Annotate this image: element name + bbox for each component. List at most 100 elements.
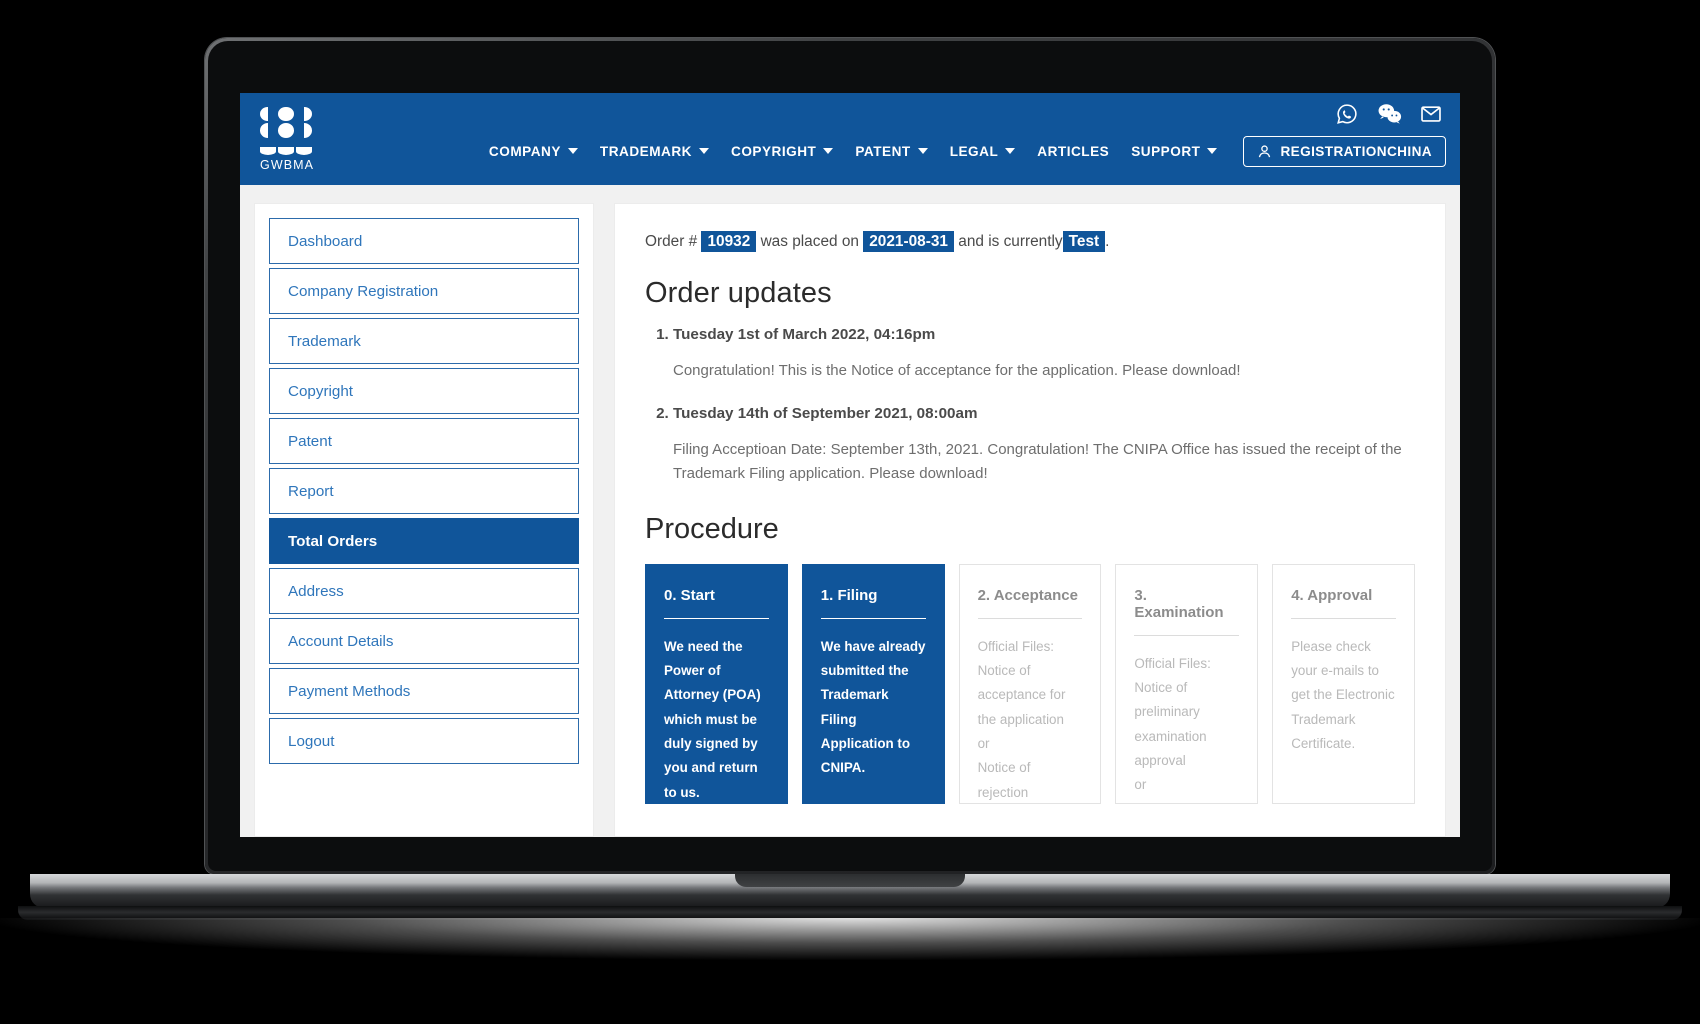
sidebar-item-label: Patent xyxy=(288,432,332,450)
sidebar-item-label: Trademark xyxy=(288,332,361,350)
sidebar-item-label: Logout xyxy=(288,732,335,750)
email-icon[interactable] xyxy=(1420,103,1442,125)
divider xyxy=(977,617,1083,619)
sidebar-item-report[interactable]: Report xyxy=(269,468,579,514)
procedure-title: Procedure xyxy=(645,512,779,545)
sidebar-item-label: Dashboard xyxy=(288,232,363,250)
order-updates-title: Order updates xyxy=(645,276,832,309)
order-update-date: Tuesday 1st of March 2022, 04:16pm xyxy=(673,325,936,343)
procedure-card-start: 0. Start We need the Power of Attorney (… xyxy=(645,563,788,804)
procedure-step-text: We need the Power of Attorney (POA) whic… xyxy=(664,638,761,800)
nav-item-articles[interactable]: ARTICLES xyxy=(1037,144,1109,159)
procedure-step-label: 1. Filing xyxy=(820,586,878,604)
nav-label: ARTICLES xyxy=(1037,143,1110,159)
divider xyxy=(1134,634,1240,636)
sidebar-item-patent[interactable]: Patent xyxy=(269,418,579,464)
order-line-middle: was placed on xyxy=(760,233,859,250)
sidebar-item-trademark[interactable]: Trademark xyxy=(269,318,579,364)
order-date-badge: 2021-08-31 xyxy=(863,231,954,252)
laptop-bezel: GWBMA COMPANY TRADEMARK COPYRIGHT PATENT… xyxy=(208,41,1492,871)
sidebar-item-address[interactable]: Address xyxy=(269,568,579,614)
screenshot-stage: GWBMA COMPANY TRADEMARK COPYRIGHT PATENT… xyxy=(0,0,1700,1024)
brand-wordmark: GWBMA xyxy=(260,157,315,172)
chevron-down-icon xyxy=(917,148,928,154)
laptop-base-notch xyxy=(735,874,965,887)
nav-label: COPYRIGHT xyxy=(731,143,817,159)
nav-label: SUPPORT xyxy=(1131,143,1201,159)
procedure-card-examination: 3. Examination Official Files: Notice of… xyxy=(1115,563,1259,804)
sidebar-item-label: Account Details xyxy=(288,632,394,650)
nav-item-support[interactable]: SUPPORT xyxy=(1131,143,1218,159)
sidebar-item-label: Company Registration xyxy=(288,282,439,300)
chevron-down-icon xyxy=(567,148,578,154)
nav-item-patent[interactable]: PATENT xyxy=(855,143,928,159)
order-update-item: Tuesday 14th of September 2021, 08:00am … xyxy=(673,405,1415,487)
procedure-card-filing: 1. Filing We have already submitted the … xyxy=(801,563,945,804)
order-number-badge: 10932 xyxy=(701,231,757,252)
procedure-step-label: 3. Examination xyxy=(1134,586,1224,621)
order-update-body: Filing Acceptioan Date: September 13th, … xyxy=(673,440,1402,483)
sidebar-item-dashboard[interactable]: Dashboard xyxy=(269,218,579,264)
divider xyxy=(1291,617,1396,619)
order-line-suffix: and is currently xyxy=(958,233,1063,250)
whatsapp-icon[interactable] xyxy=(1336,103,1358,125)
sidebar-item-account-details[interactable]: Account Details xyxy=(269,618,579,664)
page-body: Dashboard Company Registration Trademark… xyxy=(240,185,1460,837)
chevron-down-icon xyxy=(699,148,710,154)
sidebar-item-company-registration[interactable]: Company Registration xyxy=(269,268,579,314)
order-update-item: Tuesday 1st of March 2022, 04:16pm Congr… xyxy=(673,326,1415,383)
account-sidebar: Dashboard Company Registration Trademark… xyxy=(254,203,594,837)
order-status-badge: Test xyxy=(1062,231,1106,252)
brand-logo[interactable]: GWBMA xyxy=(260,106,330,172)
order-updates-list: Tuesday 1st of March 2022, 04:16pm Congr… xyxy=(673,326,1415,487)
laptop-mockup: GWBMA COMPANY TRADEMARK COPYRIGHT PATENT… xyxy=(205,38,1495,874)
sidebar-item-label: Address xyxy=(288,582,344,600)
social-links xyxy=(1336,103,1442,125)
procedure-card-acceptance: 2. Acceptance Official Files: Notice of … xyxy=(958,563,1102,804)
sidebar-item-logout[interactable]: Logout xyxy=(269,718,579,764)
order-detail-content: Order # 10932 was placed on 2021-08-31 a… xyxy=(614,203,1446,837)
nav-item-copyright[interactable]: COPYRIGHT xyxy=(731,143,834,159)
nav-label: PATENT xyxy=(855,143,911,159)
wechat-icon[interactable] xyxy=(1378,103,1402,125)
procedure-step-label: 4. Approval xyxy=(1291,586,1373,604)
header-main-row: GWBMA COMPANY TRADEMARK COPYRIGHT PATENT… xyxy=(240,93,1460,185)
gwbma-petal-grid-logo xyxy=(260,106,312,155)
procedure-steps: 0. Start We need the Power of Attorney (… xyxy=(645,563,1415,804)
sidebar-item-label: Report xyxy=(288,482,334,500)
browser-viewport: GWBMA COMPANY TRADEMARK COPYRIGHT PATENT… xyxy=(240,93,1460,837)
user-icon xyxy=(1257,144,1272,159)
nav-item-company[interactable]: COMPANY xyxy=(489,144,578,159)
order-line-prefix: Order # xyxy=(645,233,698,250)
sidebar-item-payment-methods[interactable]: Payment Methods xyxy=(269,668,579,714)
laptop-reflection xyxy=(0,918,1700,960)
main-navigation: COMPANY TRADEMARK COPYRIGHT PATENT LEGAL… xyxy=(330,112,1446,167)
nav-item-trademark[interactable]: TRADEMARK xyxy=(600,144,710,159)
procedure-step-label: 0. Start xyxy=(664,586,715,604)
chevron-down-icon xyxy=(1207,148,1218,154)
sidebar-item-total-orders[interactable]: Total Orders xyxy=(269,518,579,564)
nav-item-legal[interactable]: LEGAL xyxy=(950,144,1016,159)
chevron-down-icon xyxy=(823,148,834,154)
procedure-step-text: We have already submitted the Trademark … xyxy=(820,638,926,776)
account-button[interactable]: REGISTRATIONCHINA xyxy=(1243,135,1446,167)
procedure-step-text: Please check your e-mails to get the Ele… xyxy=(1291,638,1395,752)
sidebar-item-copyright[interactable]: Copyright xyxy=(269,368,579,414)
order-status-line: Order # 10932 was placed on 2021-08-31 a… xyxy=(645,230,1415,255)
sidebar-item-label: Total Orders xyxy=(288,532,378,550)
divider xyxy=(664,617,769,619)
nav-label: LEGAL xyxy=(949,143,999,159)
procedure-step-text: Official Files: Notice of preliminary ex… xyxy=(1134,655,1211,793)
sidebar-item-label: Copyright xyxy=(288,382,353,400)
procedure-card-approval: 4. Approval Please check your e-mails to… xyxy=(1272,563,1415,804)
order-update-body: Congratulation! This is the Notice of ac… xyxy=(673,361,1241,379)
site-header: GWBMA COMPANY TRADEMARK COPYRIGHT PATENT… xyxy=(240,93,1460,185)
procedure-step-text: Official Files: Notice of acceptance for… xyxy=(977,638,1066,800)
chevron-down-icon xyxy=(1005,148,1016,154)
divider xyxy=(820,617,926,619)
order-line-period: . xyxy=(1105,233,1110,250)
nav-label: COMPANY xyxy=(488,143,561,159)
procedure-step-label: 2. Acceptance xyxy=(977,586,1078,604)
order-update-date: Tuesday 14th of September 2021, 08:00am xyxy=(673,404,978,422)
sidebar-item-label: Payment Methods xyxy=(288,682,411,700)
